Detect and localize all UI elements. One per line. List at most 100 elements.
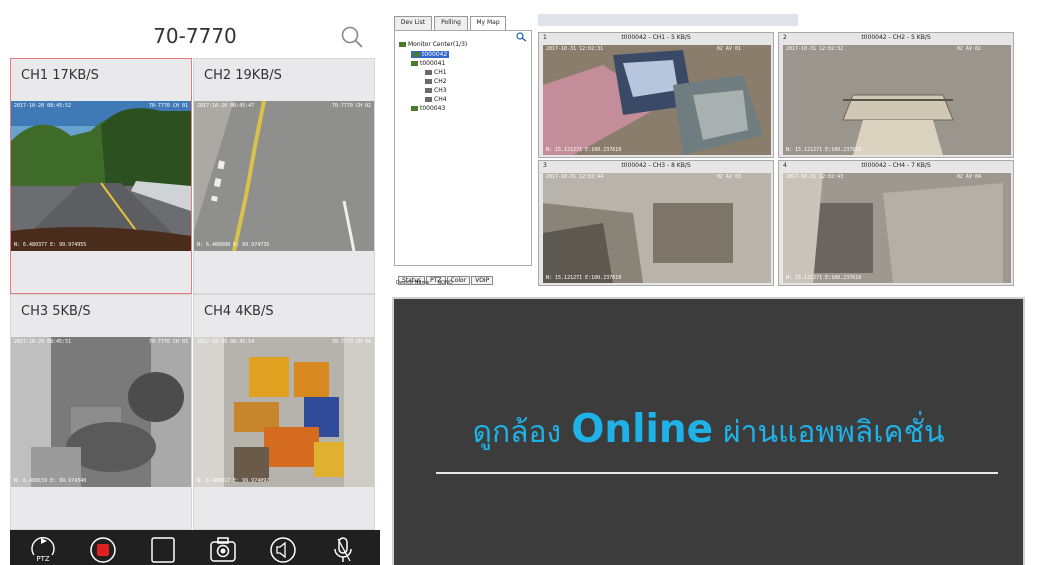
tree-channel-ch2[interactable]: CH2 [425, 78, 447, 85]
banner-thai-suffix: ผ่านแอพพลิเคชั่น [723, 415, 945, 450]
osd-channel: 02 AV 01 [716, 46, 741, 52]
banner-divider [436, 472, 998, 474]
osd-channel: 02 AV 02 [956, 46, 981, 52]
osd-channel: 70-7770 CH 01 [148, 103, 188, 109]
svg-text:PTZ: PTZ [36, 555, 49, 563]
camera-icon [425, 88, 432, 93]
tree-device-t000042[interactable]: t000042 [411, 51, 450, 58]
osd-timestamp: 2017-10-31 12:02:31 [546, 46, 604, 52]
osd-gps: N: 15.121271 E:100.237619 [546, 147, 622, 153]
camera-icon [425, 97, 432, 102]
vehicle-icon [413, 52, 420, 57]
tree-root[interactable]: Monitor Center(1/3) [399, 41, 467, 48]
osd-gps: N: 15.121271 E:100.237619 [786, 147, 862, 153]
search-icon[interactable] [515, 32, 529, 42]
tree-channel-ch4[interactable]: CH4 [425, 96, 447, 103]
view-title: t000042 - CH3 - 8 KB/S [621, 162, 691, 169]
video-feed[interactable]: 2017-10-31 12:02:44 02 AV 03 N: 15.12127… [543, 173, 771, 283]
mobile-toolbar: PTZ [10, 530, 380, 565]
channel-tile-ch2[interactable]: CH2 19KB/S 2017-10-20 08:45:47 70-7770 C… [193, 58, 375, 294]
device-name-row: Device Name NONO [396, 280, 453, 286]
bottom-tabs: Status PTZ Color VOIP [398, 267, 494, 285]
device-tree: Monitor Center(1/3) t000042 t000041 CH1 … [394, 30, 532, 266]
view-title: t000042 - CH1 - 5 KB/S [621, 34, 691, 41]
tree-device-t000041[interactable]: t000041 [411, 60, 445, 67]
camera-icon [425, 79, 432, 84]
channel-label: CH3 5KB/S [21, 304, 91, 319]
osd-channel: 70-7770 CH 03 [148, 339, 188, 345]
channel-label: CH1 17KB/S [21, 68, 99, 83]
channel-tile-ch1[interactable]: CH1 17KB/S 2017-10-20 08:45:52 70-7770 C… [10, 58, 192, 294]
channel-label: CH4 4KB/S [204, 304, 274, 319]
device-name-value: NONO [437, 280, 453, 286]
osd-timestamp: 2017-10-31 12:02:32 [786, 46, 844, 52]
channel-grid: CH1 17KB/S 2017-10-20 08:45:52 70-7770 C… [10, 58, 376, 530]
tree-channel-ch1[interactable]: CH1 [425, 69, 447, 76]
banner-headline: ดูกล้อง Online ผ่านแอพพลิเคชั่น [394, 407, 1023, 456]
osd-timestamp: 2017-10-31 12:02:44 [546, 174, 604, 180]
channel-tile-ch4[interactable]: CH4 4KB/S 2017-10-20 08:45:54 70-7770 CH… [193, 294, 375, 530]
tree-device-label: t000043 [420, 105, 446, 112]
video-feed-ch4[interactable]: 2017-10-20 08:45:54 70-7770 CH 04 N: 6.4… [194, 337, 374, 487]
tree-channel-label: CH4 [434, 96, 447, 103]
tree-channel-ch3[interactable]: CH3 [425, 87, 447, 94]
tree-device-label: t000041 [420, 60, 446, 67]
tab-polling[interactable]: Polling [434, 16, 468, 30]
view-header: 3 t000042 - CH3 - 8 KB/S [539, 161, 773, 171]
tab-voip[interactable]: VOIP [471, 276, 494, 285]
tree-channel-label: CH2 [434, 78, 447, 85]
tab-dev-list[interactable]: Dev List [394, 16, 432, 30]
vehicle-title: 70-7770 [153, 24, 237, 48]
banner-online-word: Online [571, 407, 714, 452]
promo-banner: ดูกล้อง Online ผ่านแอพพลิเคชั่น [392, 297, 1025, 565]
mobile-header: 70-7770 [10, 14, 380, 58]
banner-thai-prefix: ดูกล้อง [472, 415, 562, 450]
mobile-app: 70-7770 CH1 17KB/S 2017-10-20 08:45:52 7… [0, 0, 390, 565]
osd-channel: 70-7770 CH 02 [331, 103, 371, 109]
video-feed[interactable]: 2017-10-31 12:02:43 02 AV 04 N: 15.12127… [783, 173, 1011, 283]
tree-device-t000043[interactable]: t000043 [411, 105, 445, 112]
tree-channel-label: CH3 [434, 87, 447, 94]
tab-my-map[interactable]: My Map [470, 16, 506, 30]
osd-timestamp: 2017-10-20 08:45:52 [14, 103, 72, 109]
tree-root-label: Monitor Center(1/3) [408, 41, 468, 48]
search-icon[interactable] [339, 24, 365, 50]
osd-channel: 70-7770 CH 04 [331, 339, 371, 345]
video-feed-ch3[interactable]: 2017-10-20 08:45:51 70-7770 CH 03 N: 6.4… [11, 337, 191, 487]
fullscreen-button[interactable] [148, 535, 178, 565]
view-header: 1 t000042 - CH1 - 5 KB/S [539, 33, 773, 43]
record-button[interactable] [88, 535, 118, 565]
desktop-client: Dev List Polling My Map Monitor Center(1… [390, 12, 1030, 287]
osd-gps: N: 6.480088 E: 99.974735 [197, 242, 270, 248]
tree-device-label: t000042 [422, 51, 448, 58]
view-header: 4 t000042 - CH4 - 7 KB/S [779, 161, 1013, 171]
speaker-icon[interactable] [268, 535, 298, 565]
video-feed-ch1[interactable]: 2017-10-20 08:45:52 70-7770 CH 01 N: 6.4… [11, 101, 191, 251]
osd-gps: N: 15.121271 E:100.237619 [546, 275, 622, 281]
microphone-icon[interactable] [328, 535, 358, 565]
osd-gps: N: 15.121271 E:100.237619 [786, 275, 862, 281]
video-feed-ch2[interactable]: 2017-10-20 08:45:47 70-7770 CH 02 N: 6.4… [194, 101, 374, 251]
vehicle-icon [411, 106, 418, 111]
camera-icon[interactable] [208, 535, 238, 565]
osd-gps: N: 6.480017 E: 99.974092 [197, 478, 270, 484]
osd-gps: N: 6.480377 E: 99.974955 [14, 242, 87, 248]
video-view-3[interactable]: 3 t000042 - CH3 - 8 KB/S 2017-10-31 12:02… [538, 160, 774, 286]
view-title: t000042 - CH4 - 7 KB/S [861, 162, 931, 169]
video-view-2[interactable]: 2 t000042 - CH2 - 5 KB/S 2017-10-31 12:02… [778, 32, 1014, 158]
osd-gps: N: 6.480159 E: 99.974340 [14, 478, 87, 484]
vehicle-icon [411, 61, 418, 66]
osd-timestamp: 2017-10-31 12:02:43 [786, 174, 844, 180]
osd-timestamp: 2017-10-20 08:45:47 [197, 103, 255, 109]
video-feed[interactable]: 2017-10-31 12:02:32 02 AV 02 N: 15.12127… [783, 45, 1011, 155]
ptz-button[interactable]: PTZ [28, 535, 58, 565]
osd-timestamp: 2017-10-20 08:45:51 [14, 339, 72, 345]
device-name-label: Device Name [396, 280, 430, 286]
osd-timestamp: 2017-10-20 08:45:54 [197, 339, 255, 345]
video-view-4[interactable]: 4 t000042 - CH4 - 7 KB/S 2017-10-31 12:02… [778, 160, 1014, 286]
video-view-1[interactable]: 1 t000042 - CH1 - 5 KB/S 2017-10-31 12:02… [538, 32, 774, 158]
channel-tile-ch3[interactable]: CH3 5KB/S 2017-10-20 08:45:51 70-7770 CH… [10, 294, 192, 530]
osd-channel: 02 AV 03 [716, 174, 741, 180]
video-feed[interactable]: 2017-10-31 12:02:31 02 AV 01 N: 15.12127… [543, 45, 771, 155]
view-header: 2 t000042 - CH2 - 5 KB/S [779, 33, 1013, 43]
